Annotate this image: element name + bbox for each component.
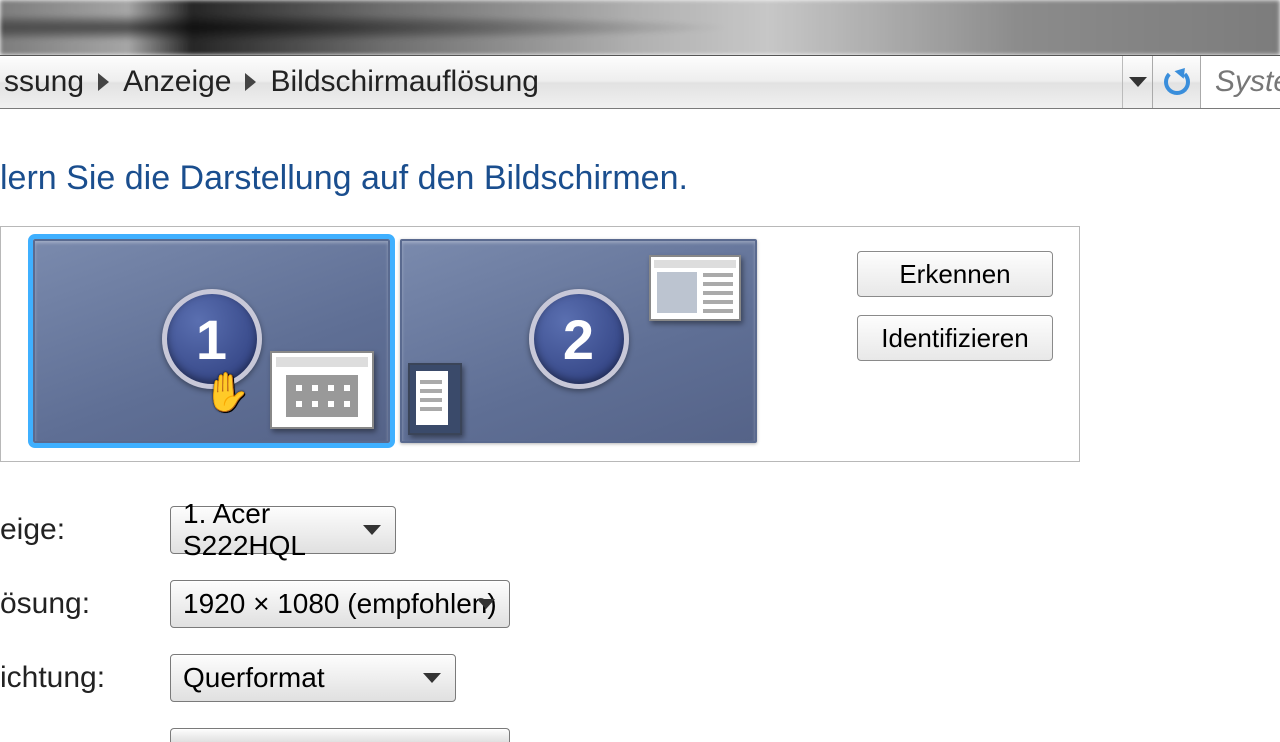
refresh-button[interactable] [1152, 56, 1200, 108]
chevron-down-icon [363, 525, 381, 535]
display-select-value: 1. Acer S222HQL [183, 498, 383, 562]
window-glass-frame [0, 0, 1280, 55]
detect-button[interactable]: Erkennen [857, 251, 1053, 297]
address-history-dropdown[interactable] [1122, 56, 1152, 108]
resolution-label: ösung: [0, 587, 170, 621]
window-thumb-icon [649, 255, 741, 321]
address-bar: ssung Anzeige Bildschirmauflösung Syster [0, 55, 1280, 109]
window-thumb-icon [270, 351, 374, 429]
window-thumb-icon [408, 363, 462, 435]
breadcrumb[interactable]: ssung Anzeige Bildschirmauflösung [0, 56, 1122, 108]
partial-select[interactable] [170, 728, 510, 742]
monitor-2[interactable]: 2 [400, 239, 757, 443]
content-pane: lern Sie die Darstellung auf den Bildsch… [0, 109, 1280, 720]
resolution-select[interactable]: 1920 × 1080 (empfohlen) [170, 580, 510, 628]
display-select[interactable]: 1. Acer S222HQL [170, 506, 396, 554]
orientation-select-value: Querformat [183, 662, 325, 694]
chevron-right-icon [245, 73, 256, 91]
display-label: eige: [0, 513, 170, 547]
identify-button[interactable]: Identifizieren [857, 315, 1053, 361]
search-input[interactable]: Syster [1200, 56, 1280, 108]
chevron-down-icon [423, 673, 441, 683]
orientation-select[interactable]: Querformat [170, 654, 456, 702]
chevron-down-icon [477, 599, 495, 609]
display-settings: eige: 1. Acer S222HQL ösung: 1920 × 1080… [0, 506, 1280, 742]
monitor-number-badge: 1 [162, 289, 262, 389]
breadcrumb-seg[interactable]: Anzeige [123, 65, 231, 99]
display-arrangement-box: 1 ✋ 2 Erkennen [0, 226, 1080, 462]
page-title: lern Sie die Darstellung auf den Bildsch… [0, 159, 1280, 198]
breadcrumb-seg[interactable]: ssung [4, 65, 84, 99]
breadcrumb-seg[interactable]: Bildschirmauflösung [270, 65, 538, 99]
monitor-1[interactable]: 1 ✋ [33, 239, 390, 443]
monitor-number-badge: 2 [529, 289, 629, 389]
orientation-label: ichtung: [0, 661, 170, 695]
chevron-down-icon [1129, 77, 1147, 87]
chevron-right-icon [98, 73, 109, 91]
refresh-icon [1164, 69, 1190, 95]
resolution-select-value: 1920 × 1080 (empfohlen) [183, 588, 497, 620]
